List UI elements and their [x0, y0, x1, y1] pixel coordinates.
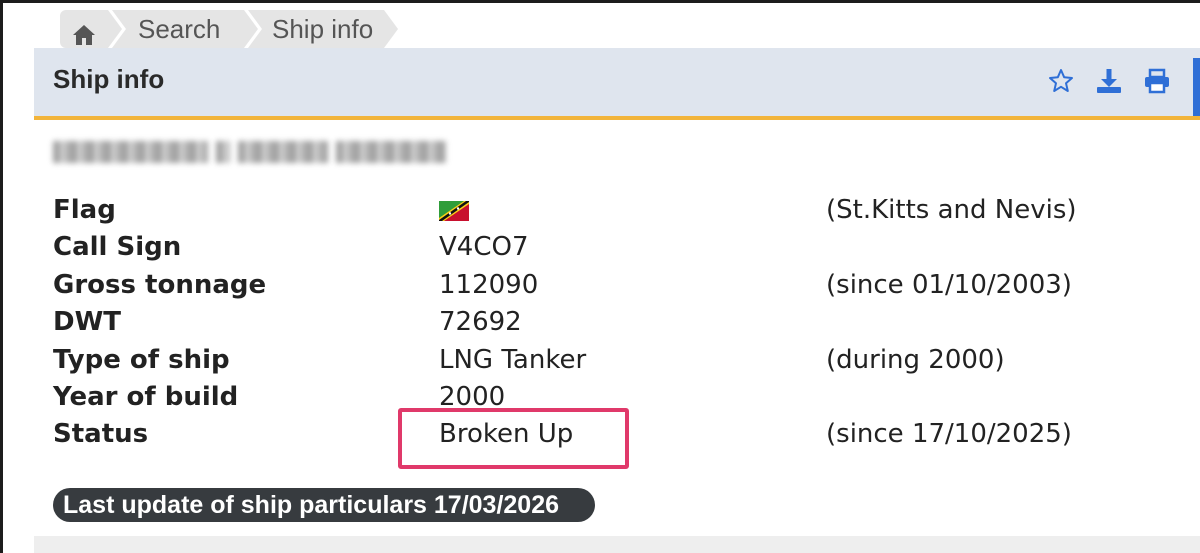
row-type-of-ship: Type of ship LNG Tanker (during 2000) — [53, 343, 1153, 377]
content-footer-strip — [34, 536, 1200, 553]
star-icon[interactable] — [1048, 68, 1074, 94]
dwt-label: DWT — [53, 307, 121, 337]
call-sign-value: V4CO7 — [439, 232, 529, 262]
status-note: (since 17/10/2025) — [826, 419, 1072, 449]
year-of-build-label: Year of build — [53, 382, 239, 412]
breadcrumb: Search Ship info — [60, 10, 398, 48]
header-actions — [1048, 68, 1170, 94]
gross-tonnage-note: (since 01/10/2003) — [826, 270, 1072, 300]
page-title: Ship info — [53, 64, 165, 94]
gross-tonnage-value: 112090 — [439, 270, 539, 300]
flag-note: (St.Kitts and Nevis) — [826, 195, 1077, 225]
type-of-ship-label: Type of ship — [53, 345, 230, 375]
ship-name-redacted — [53, 141, 446, 163]
status-highlight-box — [398, 408, 629, 469]
home-icon — [72, 18, 96, 45]
type-of-ship-value: LNG Tanker — [439, 345, 587, 375]
window-frame-top — [0, 0, 1200, 3]
st-kitts-and-nevis-flag-icon — [439, 196, 469, 221]
type-of-ship-note: (during 2000) — [826, 345, 1005, 375]
call-sign-label: Call Sign — [53, 232, 182, 262]
flag-label: Flag — [53, 195, 116, 225]
scrollbar-indicator[interactable] — [1193, 58, 1200, 116]
last-update-badge: Last update of ship particulars 17/03/20… — [53, 488, 595, 522]
page-header: Ship info — [34, 48, 1200, 120]
breadcrumb-ship-info[interactable]: Ship info — [248, 10, 398, 48]
window-frame-left — [0, 0, 3, 553]
download-icon[interactable] — [1096, 68, 1122, 94]
breadcrumb-home[interactable] — [60, 10, 122, 48]
print-icon[interactable] — [1144, 68, 1170, 94]
row-gross-tonnage: Gross tonnage 112090 (since 01/10/2003) — [53, 268, 1153, 302]
status-label: Status — [53, 419, 149, 449]
breadcrumb-ship-info-label: Ship info — [272, 14, 374, 44]
breadcrumb-search[interactable]: Search — [112, 10, 258, 48]
row-dwt: DWT 72692 — [53, 305, 1153, 339]
gross-tonnage-label: Gross tonnage — [53, 270, 267, 300]
dwt-value: 72692 — [439, 307, 522, 337]
breadcrumb-search-label: Search — [138, 14, 221, 44]
row-call-sign: Call Sign V4CO7 — [53, 230, 1153, 264]
row-flag: Flag (St.Kitts and Nevis) — [53, 193, 1153, 227]
